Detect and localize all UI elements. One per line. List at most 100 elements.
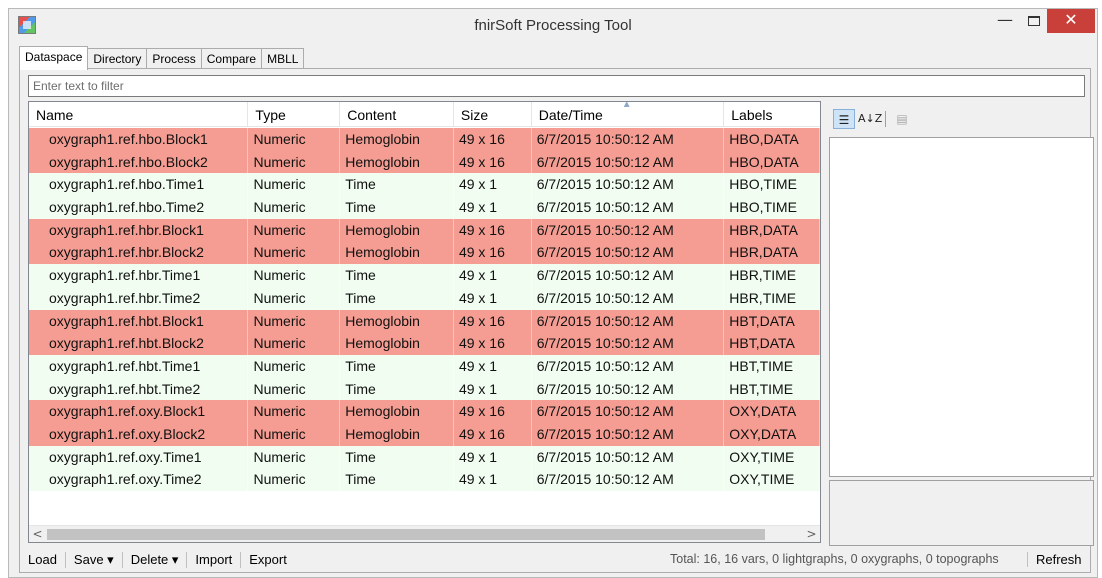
cell-size: 49 x 1 [454,468,532,491]
cell-content: Time [340,468,454,491]
cell-size: 49 x 16 [454,128,532,151]
table-row[interactable]: oxygraph1.ref.oxy.Time1 Numeric Time 49 x 1… [29,445,820,469]
table-row[interactable]: oxygraph1.ref.oxy.Block2 Numeric Hemoglobi… [29,422,820,446]
table-row[interactable]: oxygraph1.ref.hbr.Block2 Numeric Hemoglobi… [29,241,820,265]
column-header-content[interactable]: Content [340,102,454,127]
property-grid[interactable] [829,137,1094,477]
table-row[interactable]: oxygraph1.ref.hbt.Block2 Numeric Hemoglobi… [29,332,820,355]
table-row[interactable]: oxygraph1.ref.hbo.Time1 Numeric Time 49 x 1… [29,173,820,197]
cell-labels: OXY,DATA [724,400,820,423]
tab-compare[interactable]: Compare [200,48,263,69]
cell-content: Hemoglobin [340,150,454,174]
cell-name: oxygraph1.ref.hbr.Time1 [29,264,249,287]
cell-size: 49 x 16 [454,400,532,423]
scroll-left-button[interactable]: < [29,526,46,542]
alphabetical-sort-icon[interactable]: A↓Z [858,109,882,129]
column-header-name[interactable]: Name [29,102,249,127]
cell-size: 49 x 16 [454,422,532,446]
cell-datetime: 6/7/2015 10:50:12 AM [532,309,725,333]
horizontal-scrollbar[interactable]: < > [29,525,820,542]
cell-labels: HBR,TIME [724,264,820,287]
cell-labels: HBT,TIME [724,377,820,401]
tab-process[interactable]: Process [146,48,202,69]
cell-type: Numeric [248,445,341,469]
maximize-button[interactable] [1018,9,1050,33]
cell-type: Numeric [248,173,341,197]
column-header-type[interactable]: Type [248,102,341,127]
toolbar-divider [885,111,886,127]
cell-datetime: 6/7/2015 10:50:12 AM [532,400,725,423]
cell-size: 49 x 1 [454,173,532,197]
cell-size: 49 x 16 [454,241,532,265]
export-button[interactable]: Export [241,552,295,568]
cell-labels: HBO,TIME [724,196,820,219]
bottom-toolbar: Load Save ▾ Delete ▾ Import Export Total… [20,547,1090,573]
cell-datetime: 6/7/2015 10:50:12 AM [532,286,725,310]
cell-type: Numeric [248,332,341,355]
load-button[interactable]: Load [20,552,66,568]
categorized-view-icon[interactable]: ☰ [833,109,855,129]
property-grid-toolbar: ☰ A↓Z ▤ [829,105,1085,133]
cell-datetime: 6/7/2015 10:50:12 AM [532,264,725,287]
cell-datetime: 6/7/2015 10:50:12 AM [532,354,725,378]
save-dropdown-button[interactable]: Save ▾ [66,552,123,568]
cell-name: oxygraph1.ref.hbo.Time2 [29,196,249,219]
cell-name: oxygraph1.ref.hbo.Block2 [29,150,249,174]
table-row[interactable]: oxygraph1.ref.hbo.Time2 Numeric Time 49 x 1… [29,196,820,219]
delete-dropdown-button[interactable]: Delete ▾ [123,552,188,568]
import-button[interactable]: Import [187,552,242,568]
table-row[interactable]: oxygraph1.ref.hbr.Time2 Numeric Time 49 x 1… [29,286,820,310]
column-header-labels[interactable]: Labels [724,102,820,127]
filter-input[interactable]: Enter text to filter [28,75,1085,97]
cell-content: Hemoglobin [340,309,454,333]
dataspace-panel: Enter text to filter Name Type Content S… [19,68,1094,573]
table-row[interactable]: oxygraph1.ref.hbo.Block1 Numeric Hemoglobi… [29,128,820,151]
cell-labels: OXY,TIME [724,468,820,491]
close-button[interactable]: ✕ [1047,9,1095,33]
cell-datetime: 6/7/2015 10:50:12 AM [532,196,725,219]
cell-type: Numeric [248,150,341,174]
cell-datetime: 6/7/2015 10:50:12 AM [532,241,725,265]
tab-dataspace[interactable]: Dataspace [19,46,89,70]
cell-type: Numeric [248,422,341,446]
cell-datetime: 6/7/2015 10:50:12 AM [532,150,725,174]
cell-content: Time [340,264,454,287]
grid-header: Name Type Content Size Date/Time ▲ Labels [29,102,820,127]
table-row[interactable]: oxygraph1.ref.hbr.Block1 Numeric Hemoglobi… [29,218,820,242]
table-row[interactable]: oxygraph1.ref.hbt.Time2 Numeric Time 49 x 1… [29,377,820,401]
table-row[interactable]: oxygraph1.ref.hbt.Time1 Numeric Time 49 x 1… [29,354,820,378]
tab-directory[interactable]: Directory [87,48,148,69]
cell-labels: HBO,DATA [724,150,820,174]
cell-type: Numeric [248,264,341,287]
scroll-right-button[interactable]: > [803,526,820,542]
table-row[interactable]: oxygraph1.ref.oxy.Block1 Numeric Hemoglobi… [29,400,820,423]
minimize-button[interactable]: — [989,9,1021,33]
table-row[interactable]: oxygraph1.ref.hbr.Time1 Numeric Time 49 x 1… [29,264,820,287]
column-header-datetime[interactable]: Date/Time ▲ [532,102,725,127]
property-pages-icon[interactable]: ▤ [891,109,913,129]
table-row[interactable]: oxygraph1.ref.hbo.Block2 Numeric Hemoglobi… [29,150,820,174]
table-row[interactable]: oxygraph1.ref.hbt.Block1 Numeric Hemoglobi… [29,309,820,333]
cell-content: Time [340,173,454,197]
cell-type: Numeric [248,128,341,151]
cell-type: Numeric [248,241,341,265]
scroll-thumb[interactable] [47,529,765,540]
tab-mbll[interactable]: MBLL [261,48,305,69]
cell-type: Numeric [248,377,341,401]
cell-content: Time [340,354,454,378]
cell-content: Hemoglobin [340,218,454,242]
column-header-size[interactable]: Size [454,102,532,127]
cell-content: Hemoglobin [340,422,454,446]
cell-name: oxygraph1.ref.hbt.Time2 [29,377,249,401]
refresh-button[interactable]: Refresh [1027,552,1082,567]
cell-size: 49 x 1 [454,445,532,469]
tab-strip: Dataspace Directory Process Compare MBLL [19,46,305,70]
cell-content: Hemoglobin [340,241,454,265]
cell-labels: HBO,TIME [724,173,820,197]
cell-content: Hemoglobin [340,128,454,151]
cell-size: 49 x 16 [454,218,532,242]
window-title: fnirSoft Processing Tool [474,17,632,34]
cell-name: oxygraph1.ref.hbt.Block1 [29,309,249,333]
table-row[interactable]: oxygraph1.ref.oxy.Time2 Numeric Time 49 x 1… [29,468,820,491]
cell-datetime: 6/7/2015 10:50:12 AM [532,332,725,355]
